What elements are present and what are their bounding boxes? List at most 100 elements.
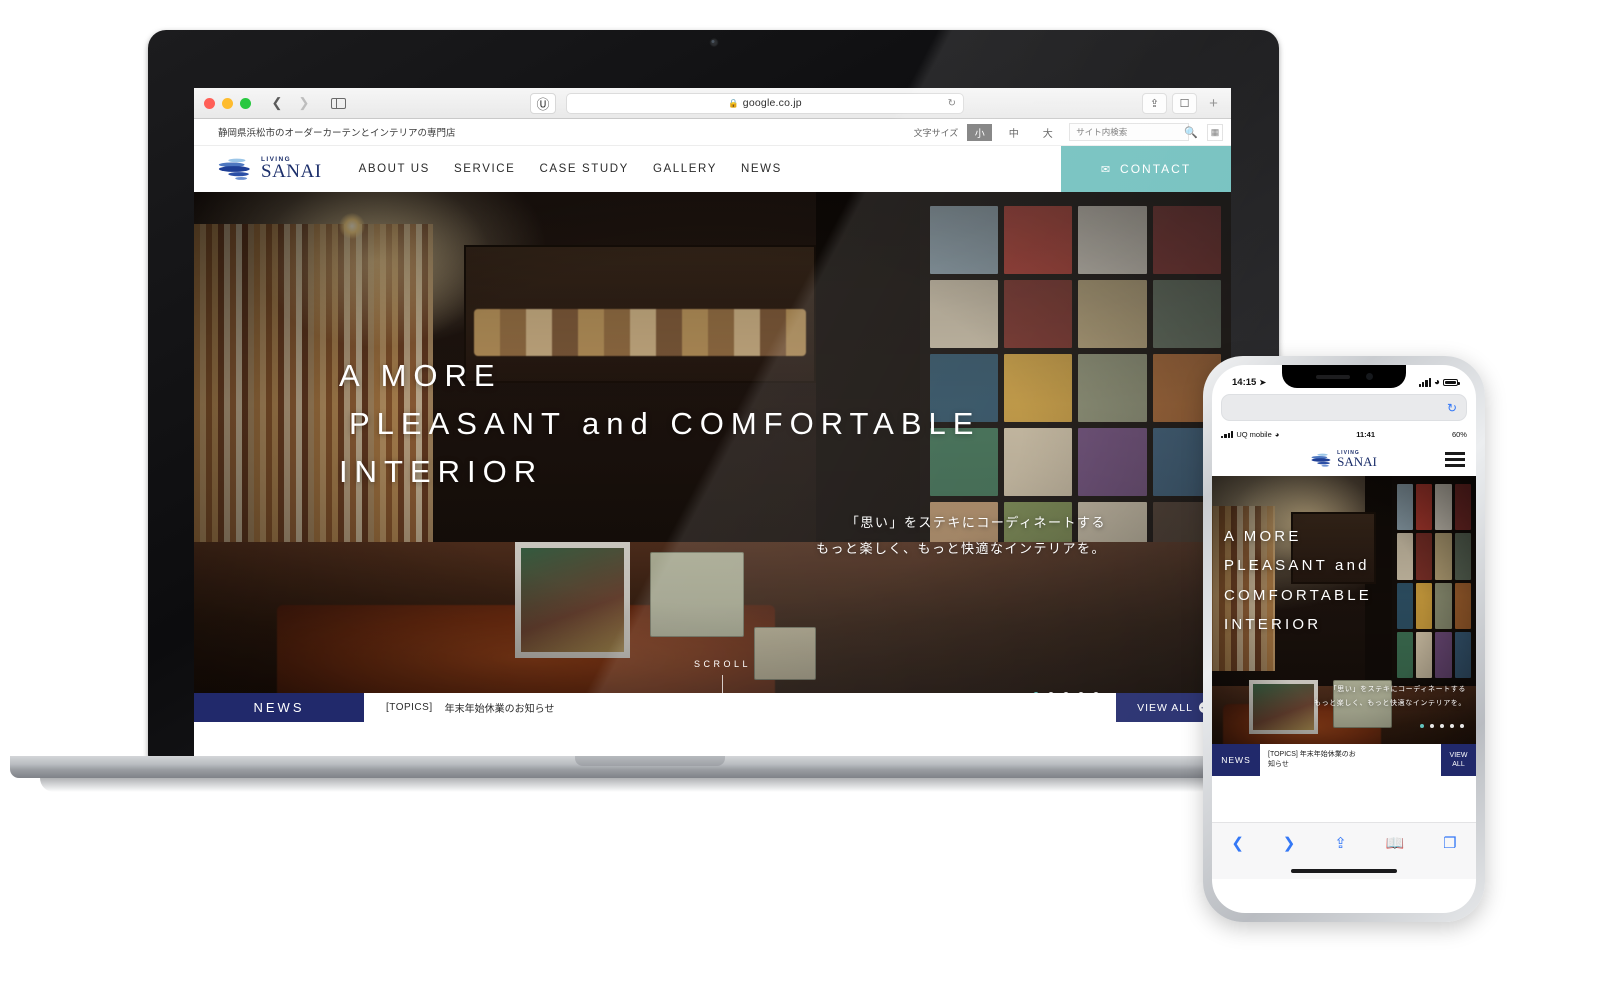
news-label: NEWS <box>194 693 364 722</box>
tabs-icon[interactable]: ❐ <box>1443 834 1456 852</box>
battery-icon <box>1443 378 1460 387</box>
laptop-screen: ❮ ❯ Ⓤ 🔒 google.co.jp ↻ ⇪ ☐ + 静岡県浜松市のオーダー… <box>194 88 1231 763</box>
mobile-hero-line-4: INTERIOR <box>1224 615 1322 633</box>
laptop-lid: ❮ ❯ Ⓤ 🔒 google.co.jp ↻ ⇪ ☐ + 静岡県浜松市のオーダー… <box>148 30 1279 763</box>
safari-toolbar: ❮ ❯ Ⓤ 🔒 google.co.jp ↻ ⇪ ☐ + <box>194 88 1231 119</box>
hero-subtext: 「思い」をステキにコーディネートする もっと楽しく、もっと快適なインテリアを。 <box>816 510 1106 562</box>
mobile-hero-line-1: A MORE <box>1224 528 1302 545</box>
site-logo[interactable]: LIVING SANAI <box>194 146 322 192</box>
back-icon[interactable]: ❮ <box>1231 834 1244 852</box>
mobile-site-logo[interactable]: LIVING SANAI <box>1311 450 1377 469</box>
minimize-window-button[interactable] <box>222 97 233 109</box>
news-tag: [TOPICS] <box>386 702 433 713</box>
phone-notch <box>1282 365 1406 388</box>
pinterest-icon[interactable]: Ⓤ <box>530 92 556 114</box>
tabs-icon[interactable]: ☐ <box>1172 92 1197 114</box>
mobile-slider-dot-2[interactable] <box>1430 724 1434 728</box>
view-all-label: VIEW ALL <box>1137 701 1193 714</box>
screenshot-stage: ❮ ❯ Ⓤ 🔒 google.co.jp ↻ ⇪ ☐ + 静岡県浜松市のオーダー… <box>0 0 1600 997</box>
hero-sub-line-1: 「思い」をステキにコーディネートする <box>845 515 1106 530</box>
laptop-device: ❮ ❯ Ⓤ 🔒 google.co.jp ↻ ⇪ ☐ + 静岡県浜松市のオーダー… <box>0 0 1300 870</box>
location-arrow-icon: ➤ <box>1259 378 1267 387</box>
mobile-news-tag: [TOPICS] <box>1268 750 1298 758</box>
wifi-icon: ◕ <box>1433 377 1440 388</box>
scroll-indicator[interactable]: SCROLL <box>694 659 751 697</box>
mobile-news-label: NEWS <box>1212 744 1260 776</box>
nav-item-gallery[interactable]: GALLERY <box>641 163 729 175</box>
ios-time: 14:15 <box>1232 377 1257 388</box>
bookmarks-icon[interactable]: 📖 <box>1386 834 1405 852</box>
site-search-field[interactable] <box>1069 123 1190 141</box>
fontsize-large-button[interactable]: 大 <box>1035 123 1061 141</box>
forward-icon[interactable]: ❯ <box>1283 834 1296 852</box>
news-title: 年末年始休業のお知らせ <box>444 704 555 715</box>
mobile-hero-subtext: 「思い」をステキにコーディネートする もっと楽しく、もっと快適なインテリアを。 <box>1314 683 1466 710</box>
mobile-view-all-line-2: ALL <box>1452 761 1465 768</box>
mobile-hero-headline: A MORE PLEASANT and COMFORTABLE INTERIOR <box>1224 522 1372 639</box>
lock-icon: 🔒 <box>728 97 739 108</box>
contact-label: CONTACT <box>1120 162 1192 176</box>
reload-icon[interactable]: ↻ <box>1447 401 1457 415</box>
mobile-page-screenshot: UQ mobile ◕ 11:41 60% LIVING SANAI A MOR… <box>1212 426 1476 822</box>
address-bar[interactable]: 🔒 google.co.jp ↻ <box>566 92 964 114</box>
nav-item-about-us[interactable]: ABOUT US <box>347 163 442 175</box>
mobile-view-all-button[interactable]: VIEW ALL <box>1441 744 1476 776</box>
mobile-hero-line-2: PLEASANT and <box>1224 557 1370 575</box>
mobile-view-all-line-1: VIEW <box>1449 751 1468 759</box>
window-traffic-lights <box>204 97 251 109</box>
mobile-slider-dot-4[interactable] <box>1450 724 1454 728</box>
news-item[interactable]: [TOPICS] 年末年始休業のお知らせ <box>364 693 1116 722</box>
mobile-logo-sanai-text: SANAI <box>1337 453 1377 469</box>
forward-icon[interactable]: ❯ <box>292 94 316 113</box>
mobile-hero-sub-line-1: 「思い」をステキにコーディネートする <box>1329 686 1466 694</box>
nav-item-case-study[interactable]: CASE STUDY <box>527 163 641 175</box>
phone-body: 14:15 ➤ ◕ ↻ UQ mobile ◕ 11:41 60% LIVING… <box>1203 356 1485 922</box>
site-tagline: 静岡県浜松市のオーダーカーテンとインテリアの専門店 <box>218 128 456 139</box>
site-header: LIVING SANAI ABOUT US SERVICE CASE STUDY… <box>194 146 1231 192</box>
mobile-news-title-2: 知らせ <box>1268 761 1289 768</box>
laptop-base-notch <box>575 756 725 766</box>
hero-line-3: INTERIOR <box>339 454 544 490</box>
mobile-news-bar: NEWS [TOPICS] 年末年始休業のお 知らせ VIEW ALL <box>1212 744 1476 776</box>
back-icon[interactable]: ❮ <box>265 94 289 113</box>
phone-device: 14:15 ➤ ◕ ↻ UQ mobile ◕ 11:41 60% LIVING… <box>1203 356 1485 922</box>
cellular-bars-icon <box>1418 378 1431 387</box>
language-icon[interactable]: ▦ <box>1207 123 1223 141</box>
laptop-camera-icon <box>709 38 718 47</box>
mobile-news-item[interactable]: [TOPICS] 年末年始休業のお 知らせ <box>1260 744 1441 776</box>
new-tab-button[interactable]: + <box>1206 95 1221 112</box>
reload-icon[interactable]: ↻ <box>948 98 956 109</box>
sidebar-icon[interactable] <box>324 94 352 113</box>
fontsize-medium-button[interactable]: 中 <box>1001 123 1027 141</box>
inner-status-bar: UQ mobile ◕ 11:41 60% <box>1212 426 1476 443</box>
hamburger-menu-icon[interactable] <box>1445 452 1465 467</box>
mobile-hero-line-3: COMFORTABLE <box>1224 586 1372 604</box>
home-indicator <box>1212 862 1476 879</box>
cellular-bars-icon <box>1221 431 1234 438</box>
fontsize-small-button[interactable]: 小 <box>967 123 993 141</box>
mobile-address-bar[interactable]: ↻ <box>1221 394 1467 421</box>
share-icon[interactable]: ⇪ <box>1334 834 1347 852</box>
contact-button[interactable]: ✉ CONTACT <box>1061 146 1231 192</box>
close-window-button[interactable] <box>204 97 215 109</box>
laptop-base-shadow <box>40 778 1260 792</box>
nav-item-news[interactable]: NEWS <box>729 163 794 175</box>
wave-logo-icon <box>218 156 254 182</box>
mobile-hero-sub-line-2: もっと楽しく、もっと快適なインテリアを。 <box>1314 699 1466 707</box>
magnifier-icon[interactable]: 🔍 <box>1184 126 1198 139</box>
share-icon[interactable]: ⇪ <box>1142 92 1167 114</box>
hero-section: A MORE PLEASANT and COMFORTABLE INTERIOR… <box>194 192 1231 722</box>
mobile-slider-dot-5[interactable] <box>1460 724 1464 728</box>
mobile-slider-dot-3[interactable] <box>1440 724 1444 728</box>
scroll-label: SCROLL <box>694 659 752 669</box>
maximize-window-button[interactable] <box>240 97 251 109</box>
nav-item-service[interactable]: SERVICE <box>442 163 527 175</box>
mobile-safari-toolbar: ❮ ❯ ⇪ 📖 ❐ <box>1212 822 1476 862</box>
main-navigation: ABOUT US SERVICE CASE STUDY GALLERY NEWS <box>347 146 794 192</box>
mobile-slider-dot-1[interactable] <box>1420 724 1424 728</box>
laptop-base <box>10 756 1290 778</box>
mobile-hero-section: A MORE PLEASANT and COMFORTABLE INTERIOR… <box>1212 476 1476 776</box>
mobile-news-title: 年末年始休業のお <box>1299 750 1356 758</box>
wifi-icon: ◕ <box>1274 430 1280 439</box>
search-input[interactable] <box>1076 127 1183 137</box>
